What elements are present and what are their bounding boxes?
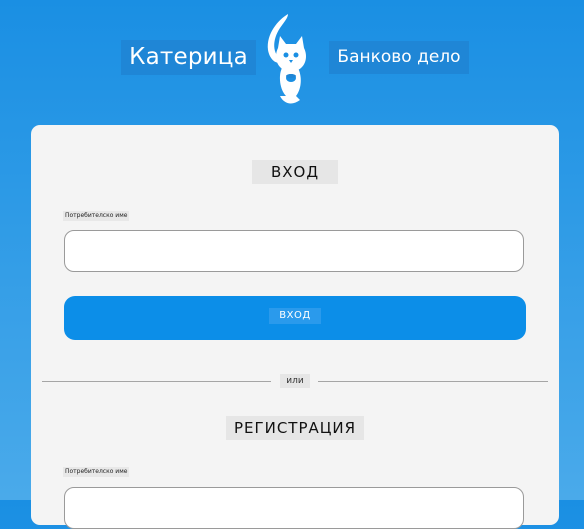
login-title: ВХОД — [252, 160, 338, 184]
register-username-label: Потребителско име — [63, 467, 130, 477]
register-title: РЕГИСТРАЦИЯ — [226, 416, 364, 440]
brand-name: Катерица — [121, 40, 256, 75]
login-username-input[interactable] — [64, 230, 524, 272]
squirrel-logo-icon — [267, 14, 306, 104]
divider-line-left — [42, 381, 271, 382]
header: Катерица Банково дело — [0, 0, 584, 120]
divider-text: или — [280, 374, 310, 388]
divider-line-right — [318, 381, 548, 382]
register-username-input[interactable] — [64, 487, 524, 529]
login-button[interactable]: ВХОД — [64, 296, 526, 340]
brand-subtitle: Банково дело — [329, 41, 469, 74]
login-username-label: Потребителско име — [63, 211, 130, 221]
login-button-label: ВХОД — [269, 308, 321, 324]
